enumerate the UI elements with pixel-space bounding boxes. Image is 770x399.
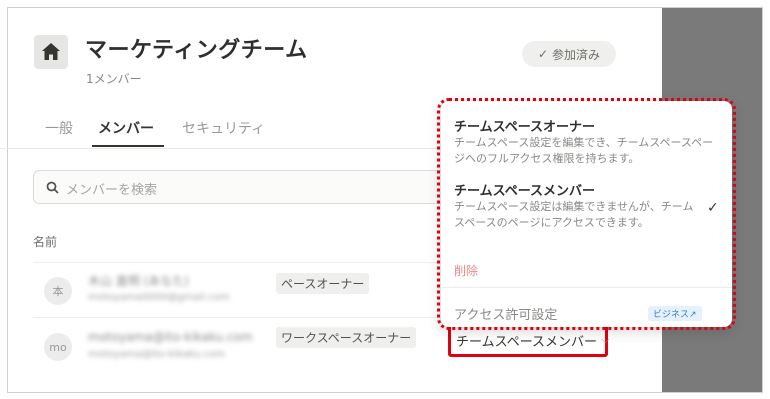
tab-general[interactable]: 一般 [45,118,73,138]
team-title: マーケティングチーム [85,38,308,63]
home-icon [42,43,60,60]
highlight-outline [437,98,736,330]
workspace-role-tag: ペースオーナー [276,273,370,294]
check-icon: ✓ [537,47,549,61]
joined-label: 参加済み [552,47,601,62]
row-divider [33,262,453,263]
role-select-value: チームスペースメンバー [456,334,598,350]
member-name: 木山 直明 (あなた) [88,274,189,288]
chevron-down-icon: ⌵ [601,333,610,346]
row-divider [33,317,453,318]
team-icon [34,35,68,69]
member-name: motoyama@ito-kikaku.com [88,330,253,344]
active-tab-indicator [92,145,164,147]
member-email: motoyama0000@gmail.com [88,292,230,303]
workspace-role-tag: ワークスペースオーナー [276,327,417,348]
joined-button[interactable]: ✓ 参加済み [522,41,616,67]
avatar: 本 [44,277,72,305]
member-search-input[interactable]: メンバーを検索 [33,170,455,204]
tab-security[interactable]: セキュリティ [182,118,265,138]
tab-members[interactable]: メンバー [98,118,154,138]
search-icon [46,181,59,194]
member-email: motoyama@ito-kikaku.com [88,349,226,360]
name-column-header: 名前 [33,235,58,249]
avatar: mo [44,333,72,361]
member-count: 1メンバー [86,72,142,86]
search-placeholder: メンバーを検索 [66,183,158,198]
